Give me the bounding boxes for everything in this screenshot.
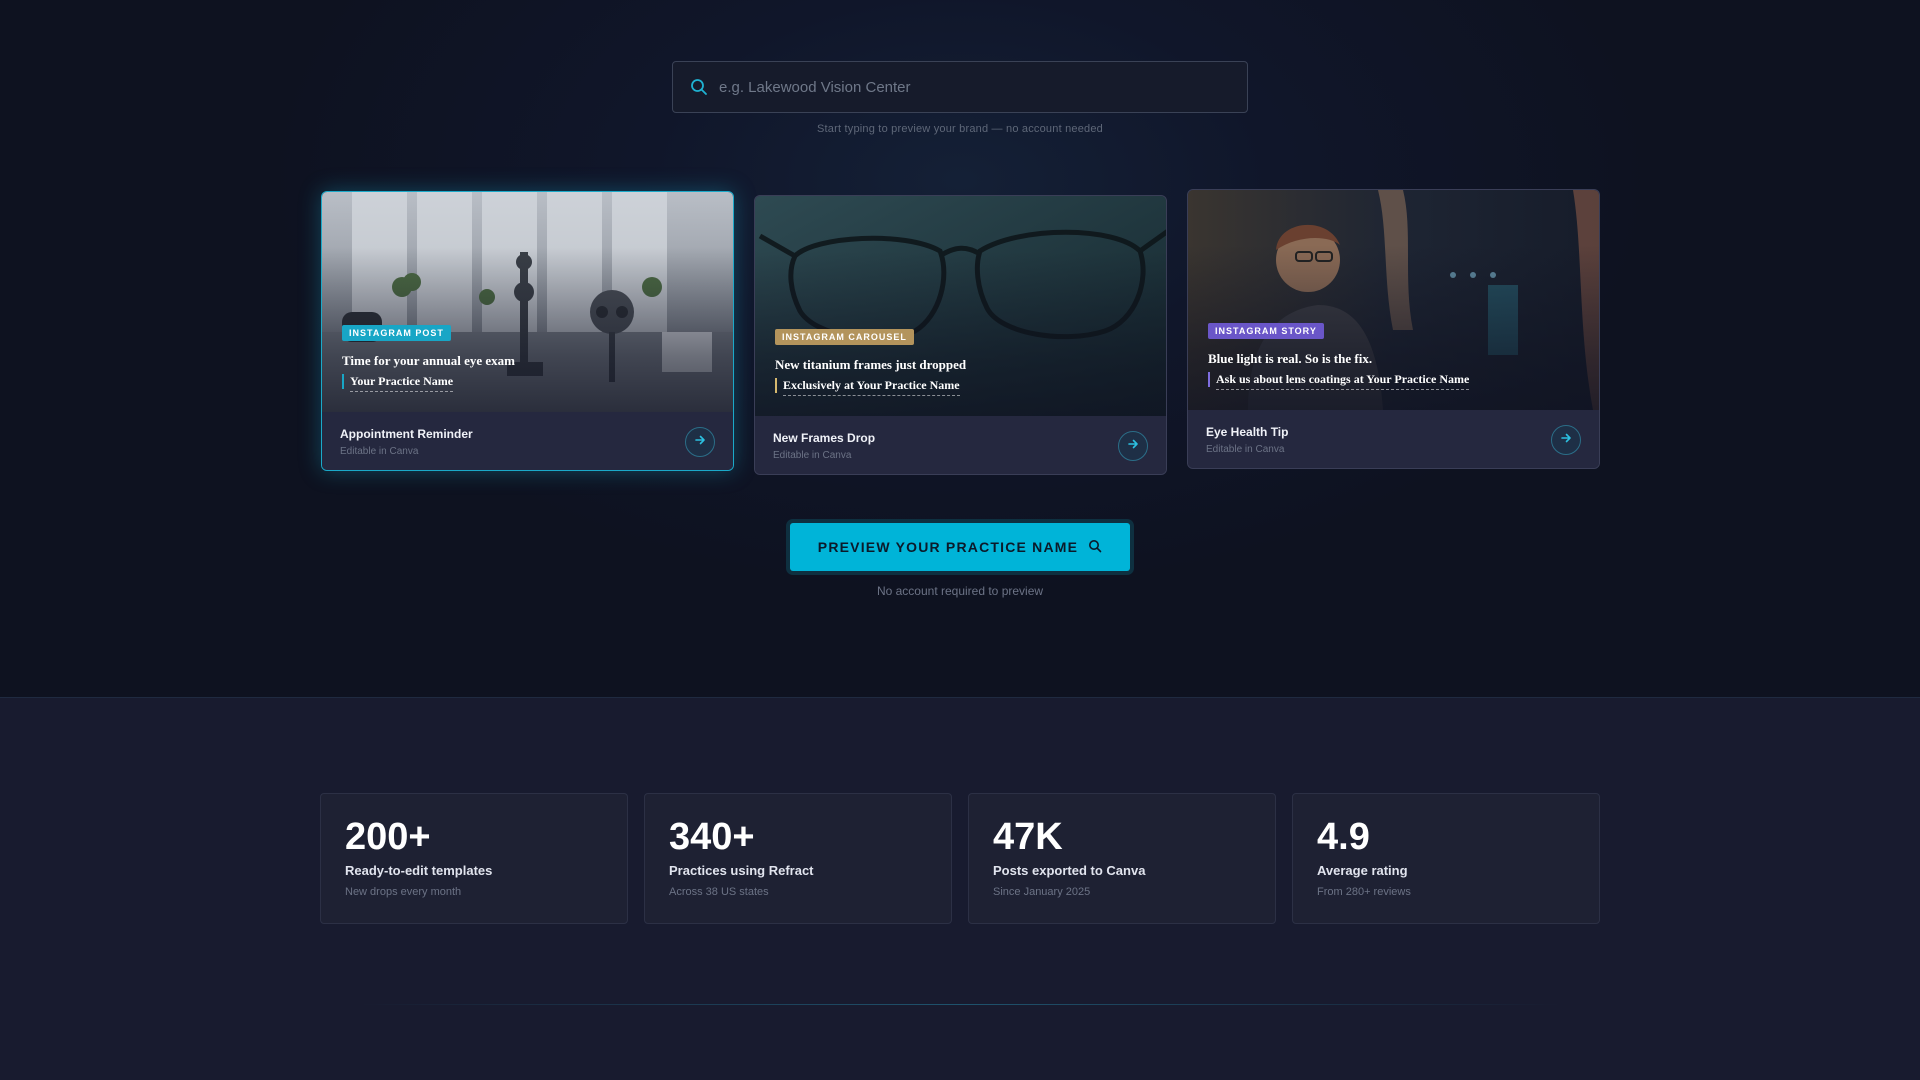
arrow-right-icon [1127,437,1139,455]
card-meta: Editable in Canva [773,450,852,461]
search-icon [689,77,709,97]
card-headline: New titanium frames just dropped [775,357,967,372]
stat-label: Ready-to-edit templates [345,863,493,878]
card-badge: INSTAGRAM POST [342,325,451,341]
template-card-new-frames-drop[interactable]: INSTAGRAM CAROUSEL New titanium frames j… [754,195,1167,475]
search-icon [1088,539,1102,556]
stat-card-practices: 340+ Practices using Refract Across 38 U… [644,793,952,924]
card-meta: Editable in Canva [340,446,419,457]
card-open-button[interactable] [685,427,715,457]
card-open-button[interactable] [1118,431,1148,461]
card-title: Eye Health Tip [1206,425,1289,439]
card-badge: INSTAGRAM CAROUSEL [775,329,914,345]
card-subline: Exclusively at Your Practice Name [775,378,960,396]
cta-note: No account required to preview [876,584,1044,598]
stat-card-rating: 4.9 Average rating From 280+ reviews [1292,793,1600,924]
card-headline: Blue light is real. So is the fix. [1208,351,1373,366]
template-card-appointment-reminder[interactable]: INSTAGRAM POST Time for your annual eye … [321,191,734,471]
stat-sub: From 280+ reviews [1317,886,1411,898]
stat-sub: Since January 2025 [993,886,1091,898]
stats-section [0,697,1920,1080]
stat-sub: Across 38 US states [669,886,769,898]
stat-value: 4.9 [1317,816,1370,858]
arrow-right-icon [1560,431,1572,449]
card-headline: Time for your annual eye exam [342,353,515,368]
card-footer: Eye Health Tip Editable in Canva [1188,410,1599,468]
stat-label: Average rating [1317,863,1408,878]
search-hint: Start typing to preview your brand — no … [817,123,1103,135]
stat-value: 200+ [345,816,431,858]
card-meta: Editable in Canva [1206,444,1285,455]
stat-label: Practices using Refract [669,863,814,878]
card-subline: Ask us about lens coatings at Your Pract… [1208,372,1470,390]
stat-sub: New drops every month [345,886,462,898]
preview-practice-name-button[interactable]: PREVIEW YOUR PRACTICE NAME [790,523,1130,571]
template-card-eye-health-tip[interactable]: INSTAGRAM STORY Blue light is real. So i… [1187,189,1600,469]
card-badge: INSTAGRAM STORY [1208,323,1324,339]
card-footer: New Frames Drop Editable in Canva [755,416,1166,474]
card-subline: Your Practice Name [342,374,454,392]
stat-label: Posts exported to Canva [993,863,1146,878]
section-divider [360,1004,1560,1005]
stat-card-posts-exported: 47K Posts exported to Canva Since Januar… [968,793,1276,924]
stat-value: 340+ [669,816,755,858]
stat-value: 47K [993,816,1063,858]
brand-search-box[interactable] [672,61,1248,113]
brand-search-input[interactable] [719,62,1239,112]
cta-label: PREVIEW YOUR PRACTICE NAME [817,539,1079,555]
card-title: New Frames Drop [773,431,876,445]
card-footer: Appointment Reminder Editable in Canva [322,412,733,470]
card-open-button[interactable] [1551,425,1581,455]
card-title: Appointment Reminder [340,427,473,441]
stat-card-templates: 200+ Ready-to-edit templates New drops e… [320,793,628,924]
arrow-right-icon [694,433,706,451]
